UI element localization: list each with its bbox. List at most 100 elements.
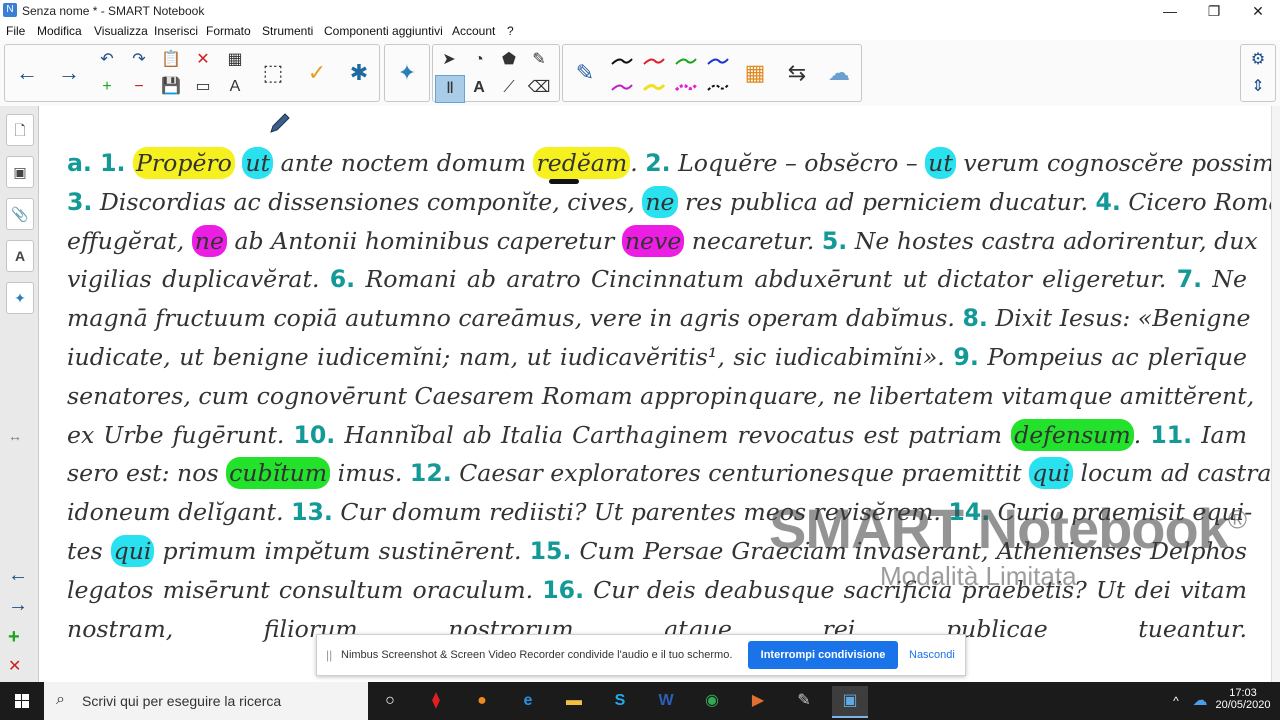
next-page-icon[interactable]: →: [8, 594, 28, 617]
smart-notebook-watermark: SMART Notebook®: [769, 496, 1247, 561]
vertical-scrollbar[interactable]: [1271, 106, 1280, 682]
windows-start-icon[interactable]: [0, 682, 44, 720]
paint-icon[interactable]: ✎: [786, 686, 822, 716]
menu-modifica[interactable]: Modifica: [37, 24, 82, 38]
close-button[interactable]: ✕: [1236, 0, 1280, 22]
menu-strumenti[interactable]: Strumenti: [262, 24, 313, 38]
edge-icon[interactable]: e: [510, 686, 546, 716]
media-player-icon[interactable]: ▶: [740, 686, 776, 716]
paste-icon[interactable]: 📋: [157, 47, 185, 73]
pen-green-icon[interactable]: [671, 49, 699, 75]
resize-sidebar-icon[interactable]: ↔: [8, 428, 22, 444]
check-icon[interactable]: ✓: [299, 55, 335, 91]
forward-icon[interactable]: →: [51, 55, 87, 91]
add-page-icon[interactable]: +: [93, 74, 121, 100]
pen-black-dashed-icon[interactable]: [703, 75, 731, 101]
highlighted-word: ut: [242, 147, 274, 179]
text-tool-icon[interactable]: A: [465, 75, 493, 101]
save-icon[interactable]: 💾: [157, 74, 185, 100]
taskbar-search[interactable]: ⌕ Scrivi qui per eseguire la ricerca: [44, 682, 368, 720]
exercise-number: 6.: [329, 265, 356, 294]
drag-handle-icon[interactable]: ||: [326, 648, 332, 662]
delete-icon[interactable]: ✕: [189, 47, 217, 73]
table-icon[interactable]: ▦: [221, 47, 249, 73]
minimize-button[interactable]: —: [1148, 0, 1192, 22]
skype-icon[interactable]: S: [602, 686, 638, 716]
gear-icon[interactable]: ⚙: [1244, 47, 1272, 73]
add-page-side-icon[interactable]: +: [8, 626, 20, 649]
lines-icon[interactable]: ⟋: [495, 75, 523, 101]
text-line: effugĕrat, ne ab Antonii hominibus caper…: [67, 222, 1258, 261]
toolbar-arrows-icon[interactable]: ⇕: [1244, 74, 1272, 100]
word-icon[interactable]: W: [648, 686, 684, 716]
page-sorter-icon[interactable]: 🗋: [6, 114, 34, 146]
menu-account[interactable]: Account: [452, 24, 495, 38]
capture-icon[interactable]: ⬚: [255, 55, 291, 91]
pen-yellow-icon[interactable]: [639, 75, 667, 101]
pen-blue-icon[interactable]: [703, 49, 731, 75]
exercise-number: 11.: [1150, 420, 1193, 449]
file-explorer-icon[interactable]: ▬: [556, 686, 592, 716]
text-segment: Cicero Romā: [1120, 187, 1271, 216]
pen-black-icon[interactable]: [607, 49, 635, 75]
remove-page-icon[interactable]: −: [125, 74, 153, 100]
select-icon[interactable]: ➤: [435, 47, 463, 73]
menu-file[interactable]: File: [6, 24, 25, 38]
pen-magenta-dashed-icon[interactable]: [671, 75, 699, 101]
delete-page-side-icon[interactable]: ✕: [8, 656, 21, 676]
addons-tab-icon[interactable]: ✦: [6, 282, 34, 314]
previous-page-icon[interactable]: ←: [8, 564, 28, 587]
menu-inserisci[interactable]: Inserisci: [154, 24, 198, 38]
chrome-icon[interactable]: ◉: [694, 686, 730, 716]
color-grid-icon[interactable]: ▦: [737, 55, 773, 91]
back-icon[interactable]: ←: [9, 55, 45, 91]
lab-icon[interactable]: ✱: [341, 55, 377, 91]
gallery-icon[interactable]: ▣: [6, 156, 34, 188]
highlighted-word: ut: [925, 147, 956, 179]
text-segment: res publica ad perniciem ducatur.: [677, 187, 1096, 216]
pen-red-icon[interactable]: [639, 49, 667, 75]
exercise-number: 2.: [645, 149, 671, 177]
tray-expand-icon[interactable]: ^: [1166, 682, 1186, 720]
menu-formato[interactable]: Formato: [206, 24, 251, 38]
clock[interactable]: 17:03 20/05/2020: [1208, 682, 1278, 720]
text-line: sero est: nos cubĭtum imus. 12. Caesar e…: [67, 454, 1271, 493]
undo-icon[interactable]: ↶: [93, 47, 121, 73]
screen-shade-icon[interactable]: ▭: [189, 74, 217, 100]
fill-icon[interactable]: ⬟: [495, 47, 523, 73]
text-icon[interactable]: A: [221, 74, 249, 100]
eraser-icon[interactable]: ⌫: [525, 75, 553, 101]
hide-link[interactable]: Nascondi: [909, 649, 955, 661]
shapes-icon[interactable]: ◔: [465, 47, 493, 73]
menu-visualizza[interactable]: Visualizza: [94, 24, 148, 38]
attachments-icon[interactable]: 📎: [6, 198, 34, 230]
acrobat-icon[interactable]: ⧫: [418, 686, 454, 716]
stop-sharing-button[interactable]: Interrompi condivisione: [748, 641, 898, 669]
magic-pen-icon[interactable]: ✎: [525, 47, 553, 73]
text-segment: Ne: [1202, 265, 1247, 294]
windows-taskbar: ⌕ Scrivi qui per eseguire la ricerca ○ ⧫…: [0, 682, 1280, 720]
toolbar-group-addons: ✦: [384, 44, 430, 102]
smart-notebook-taskbar-icon[interactable]: ▣: [832, 686, 868, 718]
menu-componenti-aggiuntivi[interactable]: Componenti aggiuntivi: [324, 24, 443, 38]
properties-icon[interactable]: ⇆: [779, 55, 815, 91]
maximize-button[interactable]: ❐: [1192, 0, 1236, 22]
text-line: iudicate, ut benigne iudicemĭni; nam, ut…: [67, 338, 1247, 377]
text-line: ex Urbe fugērunt. 10. Hannĭbal ab Italia…: [67, 416, 1247, 455]
menu-help[interactable]: ?: [507, 24, 514, 38]
text-segment: ex Urbe fugērunt.: [67, 420, 294, 449]
text-segment: tes: [67, 536, 111, 565]
puzzle-icon[interactable]: ✦: [389, 55, 425, 91]
pens-icon[interactable]: Ⅱ: [435, 75, 465, 103]
cloud-icon[interactable]: ☁: [821, 55, 857, 91]
text-line: vigilias duplicavĕrat. 6. Romani ab arat…: [67, 260, 1247, 299]
whiteboard-canvas[interactable]: a. 1. Propĕro ut ante noctem domum redĕa…: [39, 106, 1271, 682]
properties-tab-icon[interactable]: A: [6, 240, 34, 272]
text-segment: .: [1133, 420, 1151, 449]
pen-icon[interactable]: ✎: [567, 55, 603, 91]
pen-purple-icon[interactable]: [607, 75, 635, 101]
task-view-icon[interactable]: ○: [372, 686, 408, 716]
firefox-icon[interactable]: ●: [464, 686, 500, 716]
search-placeholder: Scrivi qui per eseguire la ricerca: [82, 693, 282, 709]
redo-icon[interactable]: ↷: [125, 47, 153, 73]
